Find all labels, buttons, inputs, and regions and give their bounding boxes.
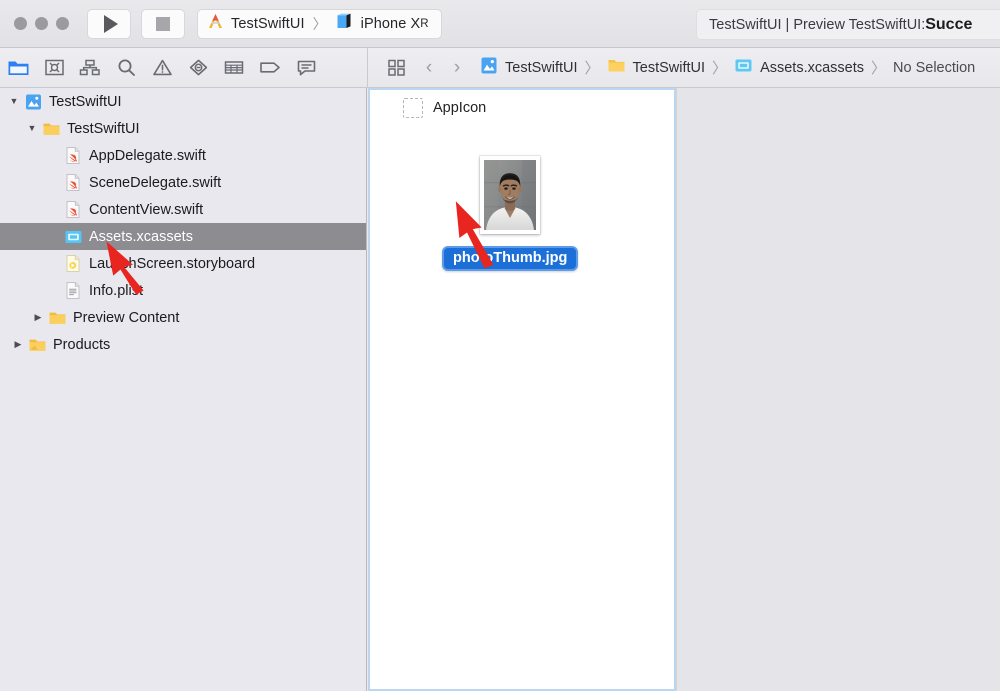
sidebar-item-appdelegate-swift[interactable]: ▶ AppDelegate.swift <box>0 142 366 169</box>
source-control-navigator-icon[interactable] <box>36 51 72 85</box>
play-icon <box>103 14 118 33</box>
test-navigator-icon[interactable] <box>180 51 216 85</box>
project-navigator[interactable]: ▼ TestSwiftUI ▼ TestSwiftUI ▶ <box>0 88 367 691</box>
destination-name: iPhone XR <box>360 15 429 32</box>
disclosure-triangle-right-icon[interactable]: ▶ <box>30 313 46 322</box>
assets-catalog-icon <box>62 228 84 246</box>
xcode-scheme-icon <box>206 13 225 35</box>
xcode-project-icon <box>22 93 44 111</box>
scheme-destination-selector[interactable]: TestSwiftUI 〉 iPhone XR <box>197 8 442 39</box>
asset-item-label: AppIcon <box>433 100 487 116</box>
swift-file-icon <box>62 173 84 192</box>
symbol-navigator-icon[interactable] <box>72 51 108 85</box>
swift-file-icon <box>62 146 84 165</box>
folder-icon <box>40 120 62 138</box>
status-text: TestSwiftUI | Preview TestSwiftUI: <box>709 16 926 33</box>
asset-catalog-editor[interactable]: AppIcon photoThumb.jpg <box>368 88 676 691</box>
report-navigator-icon[interactable] <box>288 51 324 85</box>
breadcrumb-separator: 〉 <box>584 60 600 77</box>
sidebar-item-label: ContentView.swift <box>89 201 204 218</box>
traffic-lights <box>14 17 69 30</box>
folder-icon <box>26 336 48 354</box>
xcode-window: TestSwiftUI 〉 iPhone XR TestSwiftUI | Pr… <box>0 0 1000 691</box>
asset-item-label: photoThumb.jpg <box>442 246 579 271</box>
breadcrumb-separator: 〉 <box>712 60 728 77</box>
breadcrumb-item-assets[interactable]: Assets.xcassets <box>734 56 864 80</box>
sidebar-item-info-plist[interactable]: ▶ Info.plist <box>0 277 366 304</box>
storyboard-file-icon <box>62 254 84 273</box>
breadcrumb-label: TestSwiftUI <box>632 59 706 76</box>
sidebar-item-assets-xcassets[interactable]: ▶ Assets.xcassets <box>0 223 366 250</box>
breadcrumb-label: TestSwiftUI <box>505 59 578 76</box>
sidebar-item-label: SceneDelegate.swift <box>89 174 222 191</box>
disclosure-triangle-right-icon[interactable]: ▶ <box>10 340 26 349</box>
navigator-selector-bar <box>0 48 367 88</box>
asset-item-photothumb[interactable]: photoThumb.jpg <box>442 156 579 271</box>
sidebar-item-label: Assets.xcassets <box>89 228 193 245</box>
assistant-editor-icon[interactable] <box>378 51 414 85</box>
disclosure-spacer: ▶ <box>46 205 62 214</box>
issue-navigator-icon[interactable] <box>144 51 180 85</box>
sidebar-item-label: Preview Content <box>73 309 180 326</box>
run-button[interactable] <box>87 8 131 39</box>
breadcrumb-item-folder[interactable]: TestSwiftUI <box>607 56 706 80</box>
zoom-button[interactable] <box>56 17 69 30</box>
xcode-project-icon <box>480 56 498 80</box>
disclosure-triangle-down-icon[interactable]: ▼ <box>24 124 40 133</box>
sidebar-item-contentview-swift[interactable]: ▶ ContentView.swift <box>0 196 366 223</box>
sidebar-item-label: AppDelegate.swift <box>89 147 206 164</box>
find-navigator-icon[interactable] <box>108 51 144 85</box>
breadcrumb-selection: No Selection <box>893 59 976 76</box>
device-icon <box>335 13 355 35</box>
disclosure-spacer: ▶ <box>46 259 62 268</box>
minimize-button[interactable] <box>35 17 48 30</box>
swift-file-icon <box>62 200 84 219</box>
scheme-separator: 〉 <box>312 15 327 32</box>
destination-suffix: R <box>420 17 429 30</box>
status-result: Succe <box>925 15 973 33</box>
folder-icon <box>46 309 68 327</box>
debug-navigator-icon[interactable] <box>216 51 252 85</box>
breadcrumb-item-project[interactable]: TestSwiftUI <box>480 56 578 80</box>
status-bar: TestSwiftUI | Preview TestSwiftUI: Succe <box>696 9 1000 40</box>
breadcrumb-label: Assets.xcassets <box>760 59 865 76</box>
sidebar-item-label: TestSwiftUI <box>67 120 140 137</box>
plist-file-icon <box>62 281 84 300</box>
sidebar-item-launchscreen-storyboard[interactable]: ▶ LaunchScreen.storyboard <box>0 250 366 277</box>
stop-icon <box>156 16 170 31</box>
disclosure-spacer: ▶ <box>46 286 62 295</box>
portrait-photo-thumbnail <box>484 160 537 230</box>
disclosure-spacer: ▶ <box>46 151 62 160</box>
back-button[interactable]: ‹ <box>416 58 442 77</box>
sidebar-item-scenedelegate-swift[interactable]: ▶ SceneDelegate.swift <box>0 169 366 196</box>
forward-button[interactable]: › <box>444 58 470 77</box>
empty-appicon-slot-icon <box>403 98 423 118</box>
project-navigator-icon[interactable] <box>0 51 36 85</box>
sidebar-item-testswiftui-project[interactable]: ▼ TestSwiftUI <box>0 88 366 115</box>
sidebar-item-label: Info.plist <box>89 282 143 299</box>
folder-icon <box>607 56 626 80</box>
disclosure-spacer: ▶ <box>46 232 62 241</box>
disclosure-spacer: ▶ <box>46 178 62 187</box>
scheme-name: TestSwiftUI <box>231 15 305 32</box>
sidebar-item-preview-content[interactable]: ▶ Preview Content <box>0 304 366 331</box>
asset-thumbnail-frame <box>480 156 541 234</box>
sidebar-item-label: LaunchScreen.storyboard <box>89 255 256 272</box>
sidebar-item-label: TestSwiftUI <box>49 93 122 110</box>
sidebar-item-testswiftui-folder[interactable]: ▼ TestSwiftUI <box>0 115 366 142</box>
close-button[interactable] <box>14 17 27 30</box>
assets-catalog-icon <box>734 56 753 80</box>
asset-item-appicon[interactable]: AppIcon <box>370 90 674 118</box>
sidebar-item-label: Products <box>53 336 111 353</box>
disclosure-triangle-down-icon[interactable]: ▼ <box>6 97 22 106</box>
breadcrumb-separator: 〉 <box>871 60 887 77</box>
title-bar: TestSwiftUI 〉 iPhone XR TestSwiftUI | Pr… <box>0 0 1000 48</box>
editor-breadcrumb-bar: ‹ › TestSwiftUI 〉 TestSwiftUI 〉 Assets.x… <box>367 48 1000 88</box>
sidebar-item-products[interactable]: ▶ Products <box>0 331 366 358</box>
breakpoint-navigator-icon[interactable] <box>252 51 288 85</box>
inspector-pane <box>676 88 1000 691</box>
stop-button[interactable] <box>141 8 185 39</box>
